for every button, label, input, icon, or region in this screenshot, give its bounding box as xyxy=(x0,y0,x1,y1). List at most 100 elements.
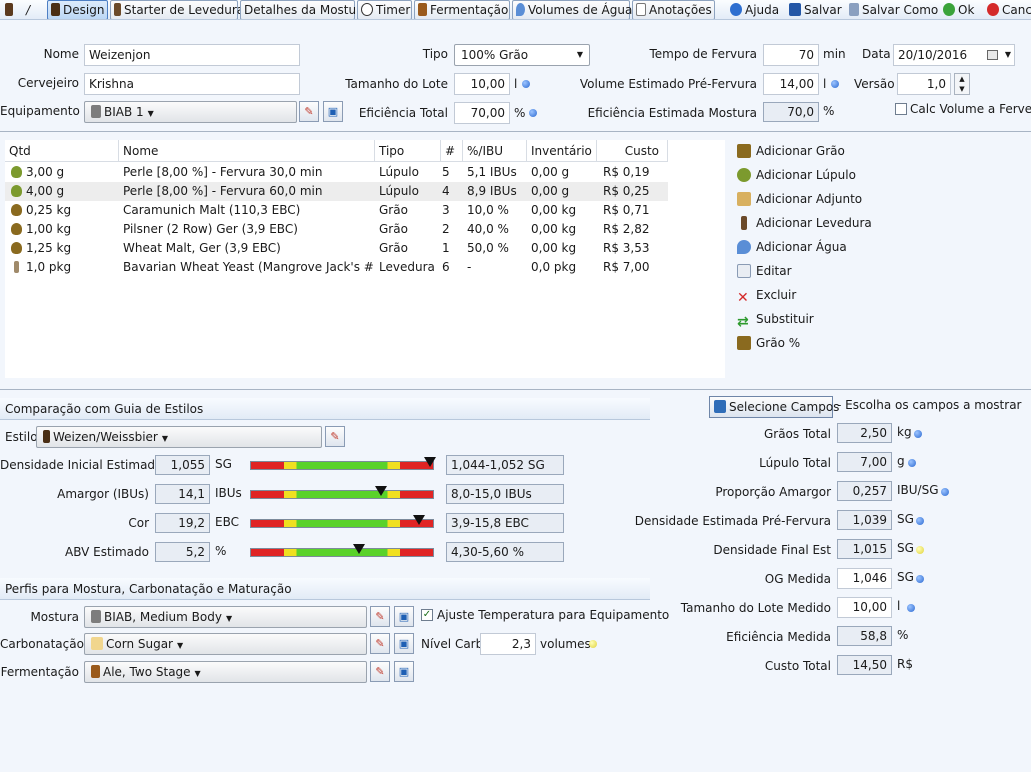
select-fields-button[interactable]: Selecione Campos xyxy=(709,396,839,418)
versao-spinner[interactable]: ▲ ▼ xyxy=(954,73,970,95)
add-hop-button[interactable]: Adicionar Lúpulo xyxy=(737,166,856,184)
table-row[interactable]: 4,00 g Perle [8,00 %] - Fervura 60,0 min… xyxy=(5,182,668,201)
table-row[interactable]: 0,25 kg Caramunich Malt (110,3 EBC) Grão… xyxy=(5,201,668,220)
style-row-label: Cor xyxy=(128,516,149,530)
eficiencia-input[interactable]: 70,00 xyxy=(454,102,510,124)
delete-button[interactable]: ✕ Excluir xyxy=(737,286,796,306)
grain-percent-button[interactable]: Grão % xyxy=(737,334,800,352)
chevron-down-icon: ▼ xyxy=(161,434,169,443)
style-range-bar xyxy=(250,548,434,557)
delete-icon: ✕ xyxy=(737,290,749,306)
table-row[interactable]: 1,0 pkg Bavarian Wheat Yeast (Mangrove J… xyxy=(5,258,668,277)
estilo-select[interactable]: Weizen/Weissbier ▼ xyxy=(36,426,322,448)
sugar-icon xyxy=(91,637,103,650)
profiles-section-header: Perfis para Mostura, Carbonatação e Matu… xyxy=(0,578,650,600)
date-input[interactable]: 20/10/2016 ▼ xyxy=(893,44,1015,66)
field-label: Proporção Amargor xyxy=(715,485,831,499)
pot-icon xyxy=(91,610,101,623)
tipo-label: Tipo xyxy=(422,47,448,61)
lote-unit: l xyxy=(514,77,518,91)
save-mash-button[interactable]: ▣ xyxy=(394,606,414,627)
nivel-carb-unit: volumes xyxy=(540,637,591,651)
data-label: Data xyxy=(862,47,891,61)
calc-volume-checkbox[interactable] xyxy=(895,103,907,115)
field-value[interactable]: 1,046 xyxy=(837,568,892,589)
save-as-button[interactable]: Salvar Como xyxy=(845,0,938,19)
ingredients-table[interactable]: Qtd Nome Tipo # %/IBU Inventário Custo 3… xyxy=(5,140,725,378)
save-fermentation-button[interactable]: ▣ xyxy=(394,661,414,682)
carbonatacao-select[interactable]: Corn Sugar ▼ xyxy=(84,633,367,655)
col-custo[interactable]: Custo xyxy=(597,140,668,162)
volume-input[interactable]: 14,00 xyxy=(763,73,819,95)
field-unit: SG xyxy=(897,541,914,555)
edit-fermentation-button[interactable]: ✎ xyxy=(370,661,390,682)
equipamento-select[interactable]: BIAB 1 ▼ xyxy=(84,101,297,123)
field-unit: SG xyxy=(897,570,914,584)
info-dot-icon xyxy=(589,640,597,648)
tab-notes[interactable]: Anotações xyxy=(632,0,715,19)
brush-icon[interactable]: / xyxy=(22,0,42,19)
lote-input[interactable]: 10,00 xyxy=(454,73,510,95)
info-dot-icon xyxy=(907,604,915,612)
edit-equipment-button[interactable]: ✎ xyxy=(299,101,319,122)
ajuste-temp-checkbox[interactable]: ✓ xyxy=(421,609,433,621)
versao-input[interactable]: 1,0 xyxy=(897,73,951,95)
tab-design[interactable]: Design xyxy=(47,0,108,19)
edit-mash-button[interactable]: ✎ xyxy=(370,606,390,627)
col-qtd[interactable]: Qtd xyxy=(5,140,119,162)
tab-water-volumes[interactable]: Volumes de Água xyxy=(512,0,632,19)
calendar-icon[interactable] xyxy=(987,50,998,60)
nivel-carb-input[interactable]: 2,3 xyxy=(480,633,536,655)
fervura-input[interactable]: 70 xyxy=(763,44,819,66)
field-label: Densidade Estimada Pré-Fervura xyxy=(634,514,831,528)
save-carbonation-button[interactable]: ▣ xyxy=(394,633,414,654)
col-nome[interactable]: Nome xyxy=(119,140,375,162)
field-label: Custo Total xyxy=(764,659,831,673)
tab-fermentation[interactable]: Fermentação xyxy=(414,0,510,19)
info-dot-icon xyxy=(908,459,916,467)
nome-label: Nome xyxy=(43,47,79,61)
refresh-icon: ⇄ xyxy=(737,314,749,330)
add-yeast-button[interactable]: Adicionar Levedura xyxy=(737,214,872,232)
add-adjunct-button[interactable]: Adicionar Adjunto xyxy=(737,190,862,208)
col-tipo[interactable]: Tipo xyxy=(375,140,441,162)
col-num[interactable]: # xyxy=(441,140,463,162)
col-inventario[interactable]: Inventário xyxy=(527,140,597,162)
check-icon xyxy=(943,3,955,16)
save-button[interactable]: Salvar xyxy=(785,0,842,19)
add-grain-button[interactable]: Adicionar Grão xyxy=(737,142,845,160)
fermentacao-select[interactable]: Ale, Two Stage ▼ xyxy=(84,661,367,683)
field-value: 14,50 xyxy=(837,655,892,675)
eficiencia-unit: % xyxy=(514,106,526,120)
table-row[interactable]: 1,25 kg Wheat Malt, Ger (3,9 EBC) Grão 1… xyxy=(5,239,668,258)
tab-starter[interactable]: Starter de Levedura xyxy=(110,0,244,19)
edit-carbonation-button[interactable]: ✎ xyxy=(370,633,390,654)
ok-button[interactable]: Ok xyxy=(939,0,979,19)
chevron-down-icon: ▼ xyxy=(194,669,201,678)
mostura-label: Mostura xyxy=(30,610,79,624)
notes-icon xyxy=(636,3,646,16)
help-button[interactable]: Ajuda xyxy=(726,0,780,19)
nome-input[interactable]: Weizenjon xyxy=(84,44,300,66)
table-row[interactable]: 3,00 g Perle [8,00 %] - Fervura 30,0 min… xyxy=(5,163,668,182)
brew-mug-icon[interactable] xyxy=(1,0,19,19)
water-drop-icon xyxy=(516,3,525,16)
mostura-select[interactable]: BIAB, Medium Body ▼ xyxy=(84,606,367,628)
table-row[interactable]: 1,00 kg Pilsner (2 Row) Ger (3,9 EBC) Gr… xyxy=(5,220,668,239)
style-row-value: 19,2 xyxy=(155,513,210,533)
cancel-button[interactable]: Canc xyxy=(983,0,1031,19)
tab-mash-details[interactable]: Detalhes da Mostura xyxy=(240,0,368,19)
replace-button[interactable]: ⇄ Substituir xyxy=(737,310,814,330)
col-ibu[interactable]: %/IBU xyxy=(463,140,527,162)
volume-label: Volume Estimado Pré-Fervura xyxy=(579,77,757,91)
cervejeiro-input[interactable]: Krishna xyxy=(84,73,300,95)
add-water-button[interactable]: Adicionar Água xyxy=(737,238,847,256)
field-value[interactable]: 10,00 xyxy=(837,597,892,618)
chevron-down-icon[interactable]: ▼ xyxy=(1005,45,1011,65)
fervura-unit: min xyxy=(823,47,846,61)
edit-button[interactable]: Editar xyxy=(737,262,792,280)
tab-timer[interactable]: Timer xyxy=(357,0,412,19)
info-dot-icon xyxy=(916,546,924,554)
hop-icon xyxy=(737,168,751,182)
edit-style-button[interactable]: ✎ xyxy=(325,426,345,447)
